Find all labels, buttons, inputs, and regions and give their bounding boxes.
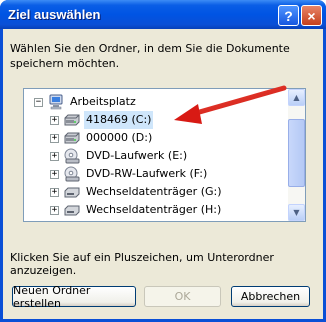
red-arrow-icon xyxy=(174,85,287,124)
dialog-window: Ziel auswählen ? × Wählen Sie den Ordner… xyxy=(0,0,326,322)
